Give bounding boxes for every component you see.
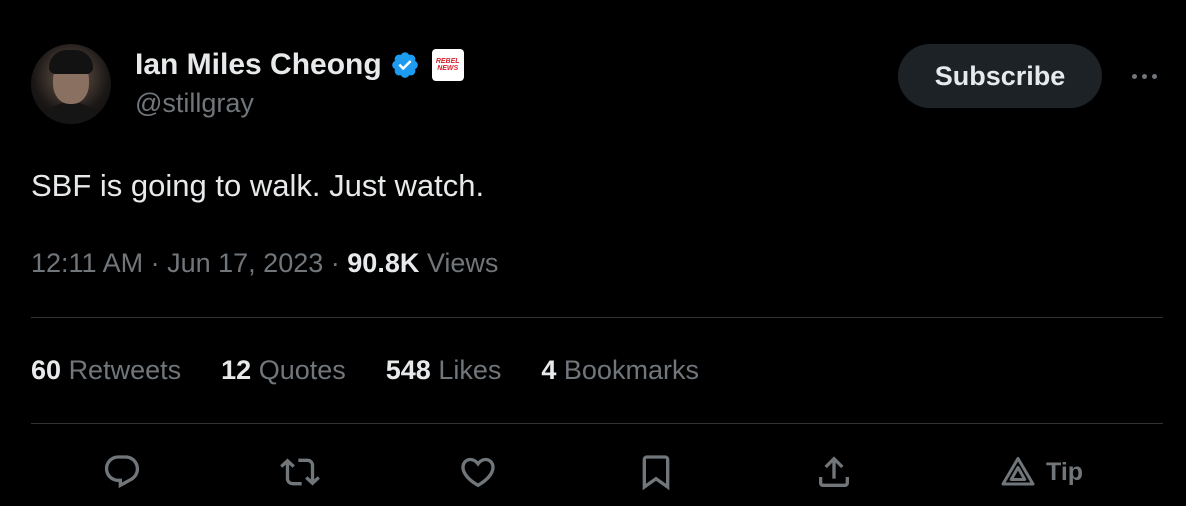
- likes-label: Likes: [438, 355, 502, 385]
- tweet-card: Ian Miles Cheong REBEL NEWS @stillgray S…: [0, 0, 1186, 506]
- retweet-button[interactable]: [278, 450, 322, 494]
- tip-icon: [1001, 457, 1035, 486]
- author-name-row: Ian Miles Cheong REBEL NEWS: [135, 46, 464, 84]
- retweet-icon: [280, 458, 320, 486]
- retweets-stat[interactable]: 60 Retweets: [31, 355, 181, 386]
- like-button[interactable]: [456, 450, 500, 494]
- engagement-stats: 60 Retweets 12 Quotes 548 Likes 4 Bookma…: [31, 355, 739, 386]
- tweet-text: SBF is going to walk. Just watch.: [31, 168, 485, 203]
- like-icon: [461, 457, 495, 488]
- retweets-label: Retweets: [68, 355, 182, 385]
- reply-button[interactable]: [100, 450, 144, 494]
- author-handle[interactable]: @stillgray: [135, 88, 254, 119]
- divider: [31, 423, 1163, 424]
- views-label: Views: [426, 248, 499, 278]
- likes-stat[interactable]: 548 Likes: [386, 355, 502, 386]
- divider: [31, 317, 1163, 318]
- tweet-date[interactable]: Jun 17, 2023: [167, 248, 323, 278]
- share-icon: [819, 456, 849, 487]
- meta-separator: ·: [330, 248, 340, 278]
- affiliate-badge-text: REBEL NEWS: [435, 58, 460, 72]
- meta-separator: ·: [150, 248, 160, 278]
- quotes-label: Quotes: [258, 355, 346, 385]
- more-icon[interactable]: [1124, 60, 1164, 92]
- tip-button[interactable]: Tip: [1000, 452, 1083, 492]
- quotes-count: 12: [221, 355, 252, 385]
- subscribe-button[interactable]: Subscribe: [898, 44, 1102, 108]
- views-count: 90.8K: [347, 248, 420, 278]
- retweets-count: 60: [31, 355, 62, 385]
- tweet-time[interactable]: 12:11 AM: [31, 248, 143, 278]
- bookmark-button[interactable]: [634, 450, 678, 494]
- likes-count: 548: [385, 355, 431, 385]
- bookmark-icon: [642, 455, 670, 491]
- bookmarks-stat[interactable]: 4 Bookmarks: [541, 355, 699, 386]
- quotes-stat[interactable]: 12 Quotes: [221, 355, 346, 386]
- tweet-meta: 12:11 AM · Jun 17, 2023 · 90.8K Views: [31, 248, 498, 279]
- bookmarks-label: Bookmarks: [563, 355, 699, 385]
- tip-label: Tip: [1046, 457, 1084, 486]
- share-button[interactable]: [812, 450, 856, 494]
- reply-icon: [104, 455, 140, 489]
- affiliate-badge[interactable]: REBEL NEWS: [431, 49, 464, 81]
- avatar[interactable]: [31, 44, 111, 124]
- verified-badge-icon[interactable]: [390, 50, 420, 80]
- author-display-name[interactable]: Ian Miles Cheong: [135, 48, 382, 82]
- bookmarks-count: 4: [541, 355, 557, 385]
